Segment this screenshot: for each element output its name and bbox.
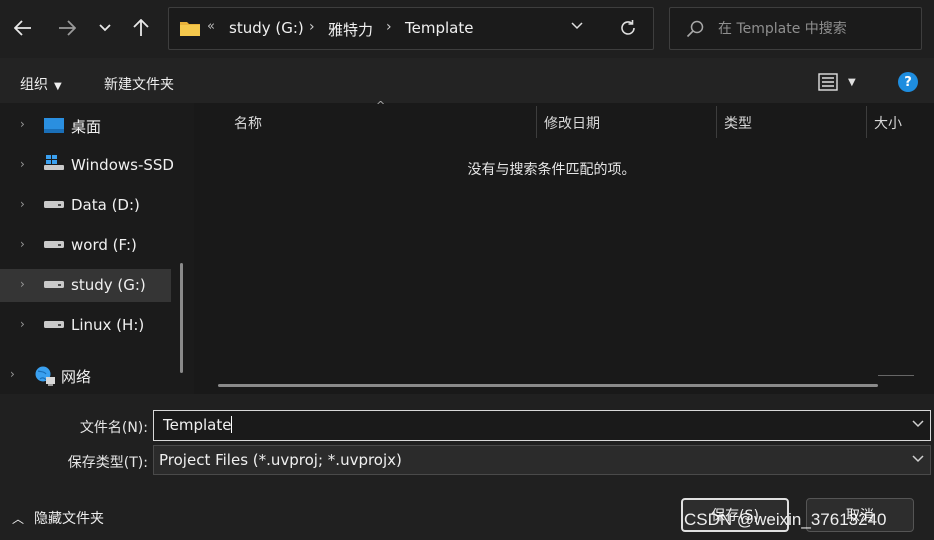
- navigation-bar: « study (G:) › 雅特力 › Template: [0, 0, 934, 58]
- refresh-icon[interactable]: [619, 19, 637, 37]
- filetype-value: Project Files (*.uvproj; *.uvprojx): [159, 451, 402, 469]
- breadcrumb-template[interactable]: Template: [405, 19, 473, 37]
- sidebar-item-label: study (G:): [71, 276, 146, 294]
- chevron-down-icon[interactable]: [912, 455, 924, 463]
- search-icon: [686, 20, 704, 38]
- sidebar-item-linux-h[interactable]: › Linux (H:): [0, 309, 171, 342]
- folder-icon: [180, 22, 200, 36]
- scrollbar-track: [878, 375, 914, 376]
- filetype-label: 保存类型(T):: [67, 455, 148, 471]
- watermark: CSDN @weixin_37613240: [684, 510, 887, 529]
- sort-ascending-icon: ^: [376, 99, 386, 112]
- forward-arrow-icon: [59, 20, 76, 36]
- chevron-up-icon: ︿: [12, 511, 25, 526]
- chevron-right-icon[interactable]: ›: [20, 117, 25, 131]
- sidebar-item-desktop[interactable]: › 桌面: [0, 109, 171, 142]
- address-dropdown-icon[interactable]: [571, 22, 583, 30]
- drive-icon: [44, 201, 64, 208]
- column-header-modified[interactable]: 修改日期: [544, 113, 600, 133]
- chevron-right-icon[interactable]: ›: [20, 237, 25, 251]
- breadcrumb-separator[interactable]: ›: [309, 19, 315, 35]
- save-panel: 文件名(N): Template 保存类型(T): Project Files …: [0, 394, 934, 540]
- back-button[interactable]: [8, 12, 38, 44]
- search-box[interactable]: [669, 7, 922, 50]
- breadcrumb-study[interactable]: study (G:): [229, 19, 304, 37]
- list-view-icon: [818, 73, 838, 91]
- sidebar-item-label: 桌面: [71, 118, 102, 136]
- hide-folders-toggle[interactable]: ︿ 隐藏文件夹: [12, 508, 104, 528]
- sidebar-item-label: 网络: [61, 368, 92, 386]
- back-arrow-icon: [14, 20, 31, 36]
- navigation-pane: › 桌面 › Windows-SSD › Data (D:) › word (F…: [0, 103, 194, 394]
- column-header-name[interactable]: 名称: [234, 113, 262, 133]
- horizontal-scrollbar[interactable]: [218, 384, 878, 387]
- text-caret: [231, 416, 233, 433]
- windows-drive-icon: [44, 155, 64, 170]
- navigation-scrollbar[interactable]: [180, 263, 183, 373]
- caret-down-icon: ▼: [54, 81, 62, 92]
- new-folder-button[interactable]: 新建文件夹: [104, 74, 174, 94]
- filetype-select[interactable]: Project Files (*.uvproj; *.uvprojx): [153, 445, 931, 475]
- empty-message: 没有与搜索条件匹配的项。: [467, 162, 636, 178]
- desktop-icon: [44, 118, 64, 133]
- filename-value: Template: [163, 416, 233, 434]
- chevron-right-icon[interactable]: ›: [20, 197, 25, 211]
- drive-icon: [44, 281, 64, 288]
- sidebar-item-windows-ssd[interactable]: › Windows-SSD: [0, 149, 174, 182]
- sidebar-item-label: Data (D:): [71, 196, 140, 214]
- up-arrow-icon: [133, 19, 149, 36]
- address-bar[interactable]: « study (G:) › 雅特力 › Template: [168, 7, 654, 50]
- column-divider[interactable]: [716, 106, 717, 138]
- recent-locations-button[interactable]: [90, 12, 120, 44]
- command-bar: 组织 ▼ 新建文件夹 ▼ ?: [0, 58, 934, 103]
- sidebar-item-word-f[interactable]: › word (F:): [0, 229, 171, 262]
- sidebar-item-label: word (F:): [71, 236, 137, 254]
- sidebar-item-network[interactable]: › 网络: [0, 359, 171, 392]
- hide-folders-label: 隐藏文件夹: [34, 511, 105, 527]
- column-divider[interactable]: [536, 106, 537, 138]
- drive-icon: [44, 321, 64, 328]
- filename-text: Template: [163, 416, 232, 434]
- filename-label: 文件名(N):: [79, 420, 148, 436]
- breadcrumb-yatelli[interactable]: 雅特力: [328, 19, 373, 40]
- column-divider[interactable]: [866, 106, 867, 138]
- chevron-right-icon[interactable]: ›: [20, 277, 25, 291]
- help-button[interactable]: ?: [898, 72, 918, 92]
- chevron-right-icon[interactable]: ›: [20, 317, 25, 331]
- column-header-type[interactable]: 类型: [724, 113, 752, 133]
- chevron-right-icon[interactable]: ›: [20, 157, 25, 171]
- organize-menu[interactable]: 组织 ▼: [20, 74, 62, 94]
- caret-down-icon: ▼: [848, 76, 856, 88]
- forward-button[interactable]: [52, 12, 82, 44]
- sidebar-item-label: Windows-SSD: [71, 156, 174, 174]
- breadcrumb-separator[interactable]: ›: [386, 19, 392, 35]
- search-input[interactable]: [718, 18, 914, 40]
- column-header-size[interactable]: 大小: [874, 113, 902, 133]
- network-icon: [35, 366, 55, 386]
- sidebar-item-label: Linux (H:): [71, 316, 145, 334]
- change-view-button[interactable]: ▼: [818, 73, 856, 91]
- chevron-down-icon[interactable]: [912, 420, 924, 428]
- sidebar-item-data-d[interactable]: › Data (D:): [0, 189, 171, 222]
- chevron-right-icon[interactable]: ›: [10, 367, 15, 381]
- filename-field[interactable]: Template: [153, 410, 931, 441]
- sidebar-item-study-g[interactable]: › study (G:): [0, 269, 171, 302]
- up-button[interactable]: [126, 12, 156, 44]
- drive-icon: [44, 241, 64, 248]
- address-overflow[interactable]: «: [207, 19, 215, 34]
- organize-label: 组织: [20, 77, 48, 93]
- file-list: ^ 名称 修改日期 类型 大小 没有与搜索条件匹配的项。: [196, 99, 934, 394]
- chevron-down-icon: [99, 24, 111, 32]
